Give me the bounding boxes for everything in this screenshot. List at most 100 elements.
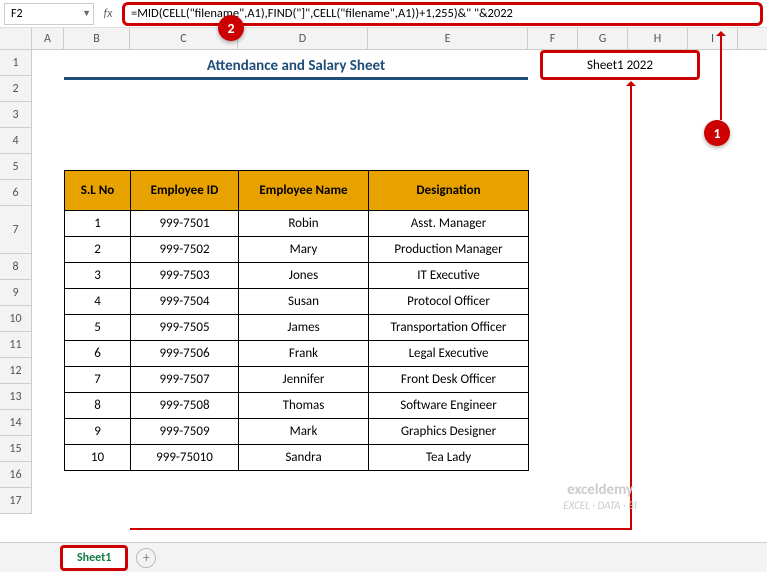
table-header: S.L No <box>65 171 131 211</box>
row-header[interactable]: 2 <box>0 76 32 102</box>
cell-f2[interactable]: Sheet1 2022 <box>540 50 700 80</box>
table-cell[interactable]: Production Manager <box>369 237 529 263</box>
table-row: 4999-7504SusanProtocol Officer <box>65 289 529 315</box>
table-row: 7999-7507JenniferFront Desk Officer <box>65 367 529 393</box>
table-cell[interactable]: 8 <box>65 393 131 419</box>
table-cell[interactable]: Asst. Manager <box>369 211 529 237</box>
row-header[interactable]: 3 <box>0 102 32 128</box>
table-cell[interactable]: 999-7504 <box>131 289 239 315</box>
table-cell[interactable]: James <box>239 315 369 341</box>
table-cell[interactable]: 6 <box>65 341 131 367</box>
table-cell[interactable]: 999-7501 <box>131 211 239 237</box>
row-headers: 1 2 3 4 5 6 7 8 9 10 11 12 13 14 15 16 1… <box>0 50 32 514</box>
table-cell[interactable]: Jones <box>239 263 369 289</box>
table-cell[interactable]: 10 <box>65 445 131 471</box>
table-cell[interactable]: 999-7508 <box>131 393 239 419</box>
annotation-arrow <box>720 32 722 120</box>
row-header[interactable]: 11 <box>0 332 32 358</box>
table-cell[interactable]: Graphics Designer <box>369 419 529 445</box>
table-cell[interactable]: Transportation Officer <box>369 315 529 341</box>
table-row: 9999-7509MarkGraphics Designer <box>65 419 529 445</box>
table-cell[interactable]: 999-75010 <box>131 445 239 471</box>
row-header[interactable]: 7 <box>0 206 32 254</box>
col-header[interactable]: I <box>688 28 738 49</box>
table-cell[interactable]: Legal Executive <box>369 341 529 367</box>
row-header[interactable]: 12 <box>0 358 32 384</box>
table-cell[interactable]: Mark <box>239 419 369 445</box>
watermark: exceldemy EXCEL · DATA · BI <box>563 481 637 512</box>
table-cell[interactable]: Robin <box>239 211 369 237</box>
col-header[interactable]: A <box>32 28 64 49</box>
col-header[interactable]: H <box>628 28 688 49</box>
table-header: Employee ID <box>131 171 239 211</box>
table-cell[interactable]: 1 <box>65 211 131 237</box>
table-cell[interactable]: 3 <box>65 263 131 289</box>
table-cell[interactable]: Jennifer <box>239 367 369 393</box>
table-cell[interactable]: Software Engineer <box>369 393 529 419</box>
table-cell[interactable]: 999-7505 <box>131 315 239 341</box>
table-cell[interactable]: Protocol Officer <box>369 289 529 315</box>
table-cell[interactable]: 2 <box>65 237 131 263</box>
row-header[interactable]: 10 <box>0 306 32 332</box>
annotation-arrow <box>630 82 632 530</box>
callout-2: 2 <box>218 15 244 41</box>
row-header[interactable]: 9 <box>0 280 32 306</box>
table-cell[interactable]: 999-7509 <box>131 419 239 445</box>
select-all-triangle[interactable] <box>0 28 32 49</box>
row-header[interactable]: 17 <box>0 488 32 514</box>
table-cell[interactable]: IT Executive <box>369 263 529 289</box>
table-cell[interactable]: Sandra <box>239 445 369 471</box>
table-cell[interactable]: Tea Lady <box>369 445 529 471</box>
table-cell[interactable]: 4 <box>65 289 131 315</box>
cell-grid[interactable]: Attendance and Salary Sheet Sheet1 2022 … <box>32 50 767 514</box>
table-cell[interactable]: Frank <box>239 341 369 367</box>
row-header[interactable]: 5 <box>0 154 32 180</box>
table-row: 10999-75010SandraTea Lady <box>65 445 529 471</box>
sheet-tabs: Sheet1 + <box>0 542 767 572</box>
row-header[interactable]: 4 <box>0 128 32 154</box>
watermark-tagline: EXCEL · DATA · BI <box>563 499 637 512</box>
formula-bar-row: F2 ▼ fx =MID(CELL("filename",A1),FIND("]… <box>0 0 767 28</box>
table-cell[interactable]: 999-7507 <box>131 367 239 393</box>
table-row: 3999-7503JonesIT Executive <box>65 263 529 289</box>
sheet-tab-active[interactable]: Sheet1 <box>60 545 128 571</box>
row-header[interactable]: 15 <box>0 436 32 462</box>
table-cell[interactable]: Thomas <box>239 393 369 419</box>
table-row: 8999-7508ThomasSoftware Engineer <box>65 393 529 419</box>
table-cell[interactable]: 9 <box>65 419 131 445</box>
table-cell[interactable]: Susan <box>239 289 369 315</box>
add-sheet-icon[interactable]: + <box>136 548 156 568</box>
table-cell[interactable]: Mary <box>239 237 369 263</box>
table-cell[interactable]: 999-7506 <box>131 341 239 367</box>
callout-1: 1 <box>704 120 730 146</box>
table-cell[interactable]: 999-7503 <box>131 263 239 289</box>
page-title: Attendance and Salary Sheet <box>64 54 528 80</box>
row-header[interactable]: 14 <box>0 410 32 436</box>
table-cell[interactable]: Front Desk Officer <box>369 367 529 393</box>
table-row: 1999-7501RobinAsst. Manager <box>65 211 529 237</box>
col-header[interactable]: E <box>368 28 528 49</box>
name-box-value: F2 <box>11 7 23 21</box>
table-cell[interactable]: 7 <box>65 367 131 393</box>
table-cell[interactable]: 5 <box>65 315 131 341</box>
data-table: S.L No Employee ID Employee Name Designa… <box>64 170 529 471</box>
row-header[interactable]: 1 <box>0 50 32 76</box>
table-row: 6999-7506FrankLegal Executive <box>65 341 529 367</box>
table-cell[interactable]: 999-7502 <box>131 237 239 263</box>
table-header: Employee Name <box>239 171 369 211</box>
row-header[interactable]: 16 <box>0 462 32 488</box>
annotation-arrow <box>130 528 630 530</box>
name-box[interactable]: F2 ▼ <box>4 3 94 25</box>
col-header[interactable]: F <box>528 28 578 49</box>
chevron-down-icon[interactable]: ▼ <box>82 8 91 19</box>
fx-icon[interactable]: fx <box>98 7 118 21</box>
table-row: 5999-7505JamesTransportation Officer <box>65 315 529 341</box>
formula-text: =MID(CELL("filename",A1),FIND("]",CELL("… <box>131 6 513 21</box>
row-header[interactable]: 13 <box>0 384 32 410</box>
col-header[interactable]: B <box>64 28 130 49</box>
col-header[interactable]: D <box>238 28 368 49</box>
row-header[interactable]: 8 <box>0 254 32 280</box>
table-header: Designation <box>369 171 529 211</box>
row-header[interactable]: 6 <box>0 180 32 206</box>
col-header[interactable]: G <box>578 28 628 49</box>
